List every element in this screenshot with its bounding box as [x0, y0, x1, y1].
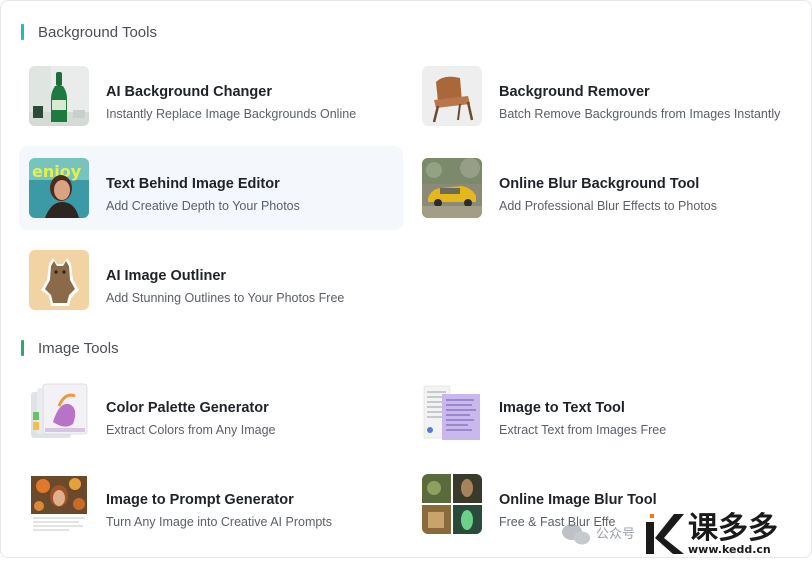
tool-description: Instantly Replace Image Backgrounds Onli… — [106, 107, 357, 121]
wechat-icon — [562, 524, 590, 545]
wechat-label: 公众号 — [596, 527, 635, 542]
tool-description: Turn Any Image into Creative AI Prompts — [106, 515, 333, 529]
tool-description: Batch Remove Backgrounds from Images Ins… — [499, 107, 781, 121]
tool-title: AI Image Outliner — [106, 268, 227, 284]
section-accent-bar — [21, 340, 24, 356]
section-heading: Background Tools — [38, 23, 157, 41]
document-scan-icon — [422, 382, 482, 442]
tool-description: Add Creative Depth to Your Photos — [106, 199, 300, 213]
logo-dot — [650, 514, 654, 518]
tool-card-background-remover[interactable]: Background Remover Batch Remove Backgrou… — [412, 54, 796, 138]
chair-photo-icon — [422, 66, 482, 126]
portrait-text-photo-icon: enjoy — [29, 158, 89, 218]
tools-panel: Background Tools AI Background Changer I… — [0, 0, 812, 558]
section-heading: Image Tools — [38, 339, 119, 357]
tool-card-image-to-prompt-generator[interactable]: Image to Prompt Generator Turn Any Image… — [19, 462, 403, 546]
flowers-photo-icon — [29, 474, 89, 534]
tool-description: Extract Text from Images Free — [499, 423, 667, 437]
blur-grid-icon — [422, 474, 482, 534]
tool-title: Online Blur Background Tool — [499, 176, 700, 192]
tool-title: Image to Text Tool — [499, 400, 625, 416]
logo-k-stem — [646, 522, 654, 554]
section-title-image-tools: Image Tools — [21, 339, 119, 357]
cat-sticker-icon — [29, 250, 89, 310]
tool-card-ai-image-outliner[interactable]: AI Image Outliner Add Stunning Outlines … — [19, 238, 403, 322]
tool-card-image-to-text-tool[interactable]: Image to Text Tool Extract Text from Ima… — [412, 370, 796, 454]
tool-title: Text Behind Image Editor — [106, 176, 280, 192]
logo-brand-text: 课多多 — [688, 511, 778, 546]
tool-card-text-behind-image-editor[interactable]: enjoy Text Behind Image Editor Add Creat… — [19, 146, 403, 230]
tool-title: Background Remover — [499, 84, 650, 100]
tool-description: Add Professional Blur Effects to Photos — [499, 199, 717, 213]
section-title-background-tools: Background Tools — [21, 23, 157, 41]
section-accent-bar — [21, 24, 24, 40]
tool-title: Image to Prompt Generator — [106, 492, 294, 508]
watermark: 公众号 课多多 www.kedd.cn — [552, 496, 812, 558]
tool-title: AI Background Changer — [106, 84, 272, 100]
logo-k-arm — [655, 514, 684, 554]
palette-cards-icon — [29, 382, 89, 442]
bottle-photo-icon — [29, 66, 89, 126]
tool-card-color-palette-generator[interactable]: Color Palette Generator Extract Colors f… — [19, 370, 403, 454]
tool-card-ai-background-changer[interactable]: AI Background Changer Instantly Replace … — [19, 54, 403, 138]
tool-description: Extract Colors from Any Image — [106, 423, 276, 437]
logo-brand-url: www.kedd.cn — [688, 543, 771, 556]
car-photo-icon — [422, 158, 482, 218]
tool-description: Add Stunning Outlines to Your Photos Fre… — [106, 291, 345, 305]
tool-title: Color Palette Generator — [106, 400, 269, 416]
tool-card-online-blur-background-tool[interactable]: Online Blur Background Tool Add Professi… — [412, 146, 796, 230]
